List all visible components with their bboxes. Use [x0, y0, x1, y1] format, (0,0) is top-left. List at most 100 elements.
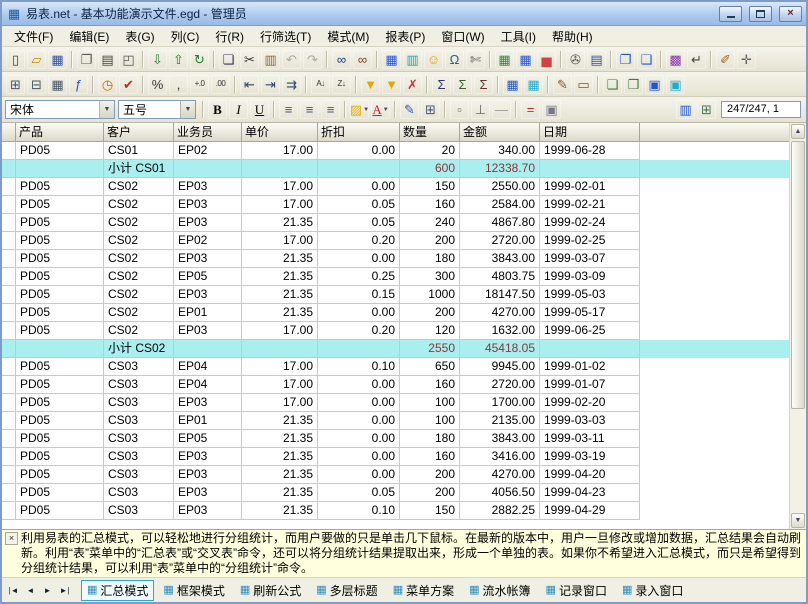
scroll-thumb[interactable] [791, 141, 805, 409]
cell-product[interactable]: PD05 [16, 250, 104, 268]
page-add-button[interactable]: ❏ [603, 75, 622, 94]
menu-item-row[interactable]: 行(R) [207, 26, 252, 47]
cell-amount[interactable]: 1632.00 [460, 322, 540, 340]
cell-discount[interactable]: 0.00 [318, 448, 400, 466]
align-left-button[interactable]: ≡ [279, 100, 298, 119]
cell-salesman[interactable]: EP02 [174, 232, 242, 250]
menu-item-row-filter[interactable]: 行筛选(T) [252, 26, 319, 47]
cell-salesman[interactable]: EP01 [174, 412, 242, 430]
bar-chart-button[interactable]: ▅ [537, 50, 556, 69]
cell-qty[interactable]: 180 [400, 430, 460, 448]
next-record-button[interactable]: ► [39, 581, 56, 599]
window-split-button[interactable]: ❑ [637, 50, 656, 69]
cell-product[interactable]: PD05 [16, 268, 104, 286]
cell-amount[interactable]: 2882.25 [460, 502, 540, 520]
cell-price[interactable] [242, 340, 318, 358]
tab-entry-window[interactable]: ▦录入窗口 [616, 580, 689, 601]
cell-discount[interactable]: 0.05 [318, 196, 400, 214]
tab-menu-scheme[interactable]: ▦菜单方案 [387, 580, 460, 601]
row-selector[interactable] [2, 286, 16, 304]
cell-customer[interactable]: CS03 [104, 394, 174, 412]
cell-salesman[interactable]: EP03 [174, 214, 242, 232]
refresh-data-button[interactable]: ↻ [190, 50, 209, 69]
size-combo[interactable]: 五号▼ [118, 100, 196, 119]
pencil-edit-button[interactable]: ✎ [553, 75, 572, 94]
borders-button[interactable]: ⊞ [421, 100, 440, 119]
first-record-button[interactable]: |◄ [5, 581, 22, 599]
cell-price[interactable]: 21.35 [242, 412, 318, 430]
cell-salesman[interactable]: EP03 [174, 322, 242, 340]
record-window-button[interactable]: ▥ [676, 100, 695, 119]
chevron-down-icon[interactable]: ▼ [99, 101, 114, 118]
cell-price[interactable]: 21.35 [242, 268, 318, 286]
cell-product[interactable]: PD05 [16, 142, 104, 160]
cell-date[interactable]: 1999-06-25 [540, 322, 640, 340]
tab-frame-mode[interactable]: ▦框架模式 [157, 580, 230, 601]
cell-discount[interactable]: 0.20 [318, 232, 400, 250]
cell-price[interactable]: 21.35 [242, 484, 318, 502]
filter-off-button[interactable]: ✗ [403, 75, 422, 94]
paste-button[interactable]: ▥ [261, 50, 280, 69]
cell-price[interactable]: 21.35 [242, 502, 318, 520]
cell-product[interactable]: PD05 [16, 448, 104, 466]
cell-amount[interactable]: 3416.00 [460, 448, 540, 466]
eraser-button[interactable]: ▭ [574, 75, 593, 94]
cell-price[interactable]: 21.35 [242, 286, 318, 304]
save-file-button[interactable]: ▦ [48, 50, 67, 69]
shrink-button[interactable]: ▫ [450, 100, 469, 119]
cell-discount[interactable]: 0.10 [318, 358, 400, 376]
cell-amount[interactable]: 4056.50 [460, 484, 540, 502]
cell-amount[interactable]: 340.00 [460, 142, 540, 160]
cell-price[interactable]: 17.00 [242, 178, 318, 196]
report-print-button[interactable]: ▤ [587, 50, 606, 69]
cell-discount[interactable] [318, 340, 400, 358]
italic-button[interactable]: I [229, 100, 248, 119]
cell-amount[interactable]: 2720.00 [460, 376, 540, 394]
column-header-salesman[interactable]: 业务员 [174, 123, 242, 142]
column-header-date[interactable]: 日期 [540, 123, 640, 142]
row-selector[interactable] [2, 268, 16, 286]
sum-button[interactable]: Σ [432, 75, 451, 94]
pen-button[interactable]: ✎ [400, 100, 419, 119]
layout-a-button[interactable]: ▣ [645, 75, 664, 94]
redo-button[interactable]: ↷ [303, 50, 322, 69]
wizard-tools-button[interactable]: ✛ [737, 50, 756, 69]
cell-salesman[interactable]: EP03 [174, 250, 242, 268]
cell-qty[interactable]: 200 [400, 484, 460, 502]
window-new-button[interactable]: ❐ [616, 50, 635, 69]
cell-price[interactable]: 21.35 [242, 304, 318, 322]
row-selector[interactable] [2, 430, 16, 448]
cell-date[interactable]: 1999-02-25 [540, 232, 640, 250]
cell-amount[interactable]: 4270.00 [460, 304, 540, 322]
cell-qty[interactable]: 20 [400, 142, 460, 160]
cell-salesman[interactable]: EP04 [174, 358, 242, 376]
cell-qty[interactable]: 650 [400, 358, 460, 376]
cell-salesman[interactable]: EP02 [174, 142, 242, 160]
cell-date[interactable]: 1999-05-17 [540, 304, 640, 322]
cell-discount[interactable]: 0.00 [318, 304, 400, 322]
menu-item-edit[interactable]: 编辑(E) [61, 26, 117, 47]
cell-amount[interactable]: 12338.70 [460, 160, 540, 178]
menu-item-tools[interactable]: 工具(I) [493, 26, 544, 47]
cell-discount[interactable]: 0.05 [318, 484, 400, 502]
cell-price[interactable]: 17.00 [242, 376, 318, 394]
cell-date[interactable]: 1999-04-20 [540, 466, 640, 484]
apply-check-button[interactable]: ✔ [119, 75, 138, 94]
column-header-discount[interactable]: 折扣 [318, 123, 400, 142]
cell-product[interactable]: PD05 [16, 178, 104, 196]
cell-amount[interactable]: 2720.00 [460, 232, 540, 250]
bold-button[interactable]: B [208, 100, 227, 119]
row-selector[interactable] [2, 322, 16, 340]
cell-discount[interactable]: 0.25 [318, 268, 400, 286]
minimize-button[interactable] [719, 6, 742, 22]
row-selector[interactable] [2, 376, 16, 394]
row-selector[interactable] [2, 484, 16, 502]
cell-salesman[interactable]: EP04 [174, 376, 242, 394]
cell-price[interactable]: 17.00 [242, 196, 318, 214]
shift-left-button[interactable]: ⇤ [240, 75, 259, 94]
tab-journal[interactable]: ▦流水帐簿 [463, 580, 536, 601]
sort-descending-button[interactable]: Z↓ [332, 75, 351, 94]
cell-date[interactable]: 1999-04-23 [540, 484, 640, 502]
cell-discount[interactable]: 0.00 [318, 376, 400, 394]
cell-customer[interactable]: CS02 [104, 178, 174, 196]
